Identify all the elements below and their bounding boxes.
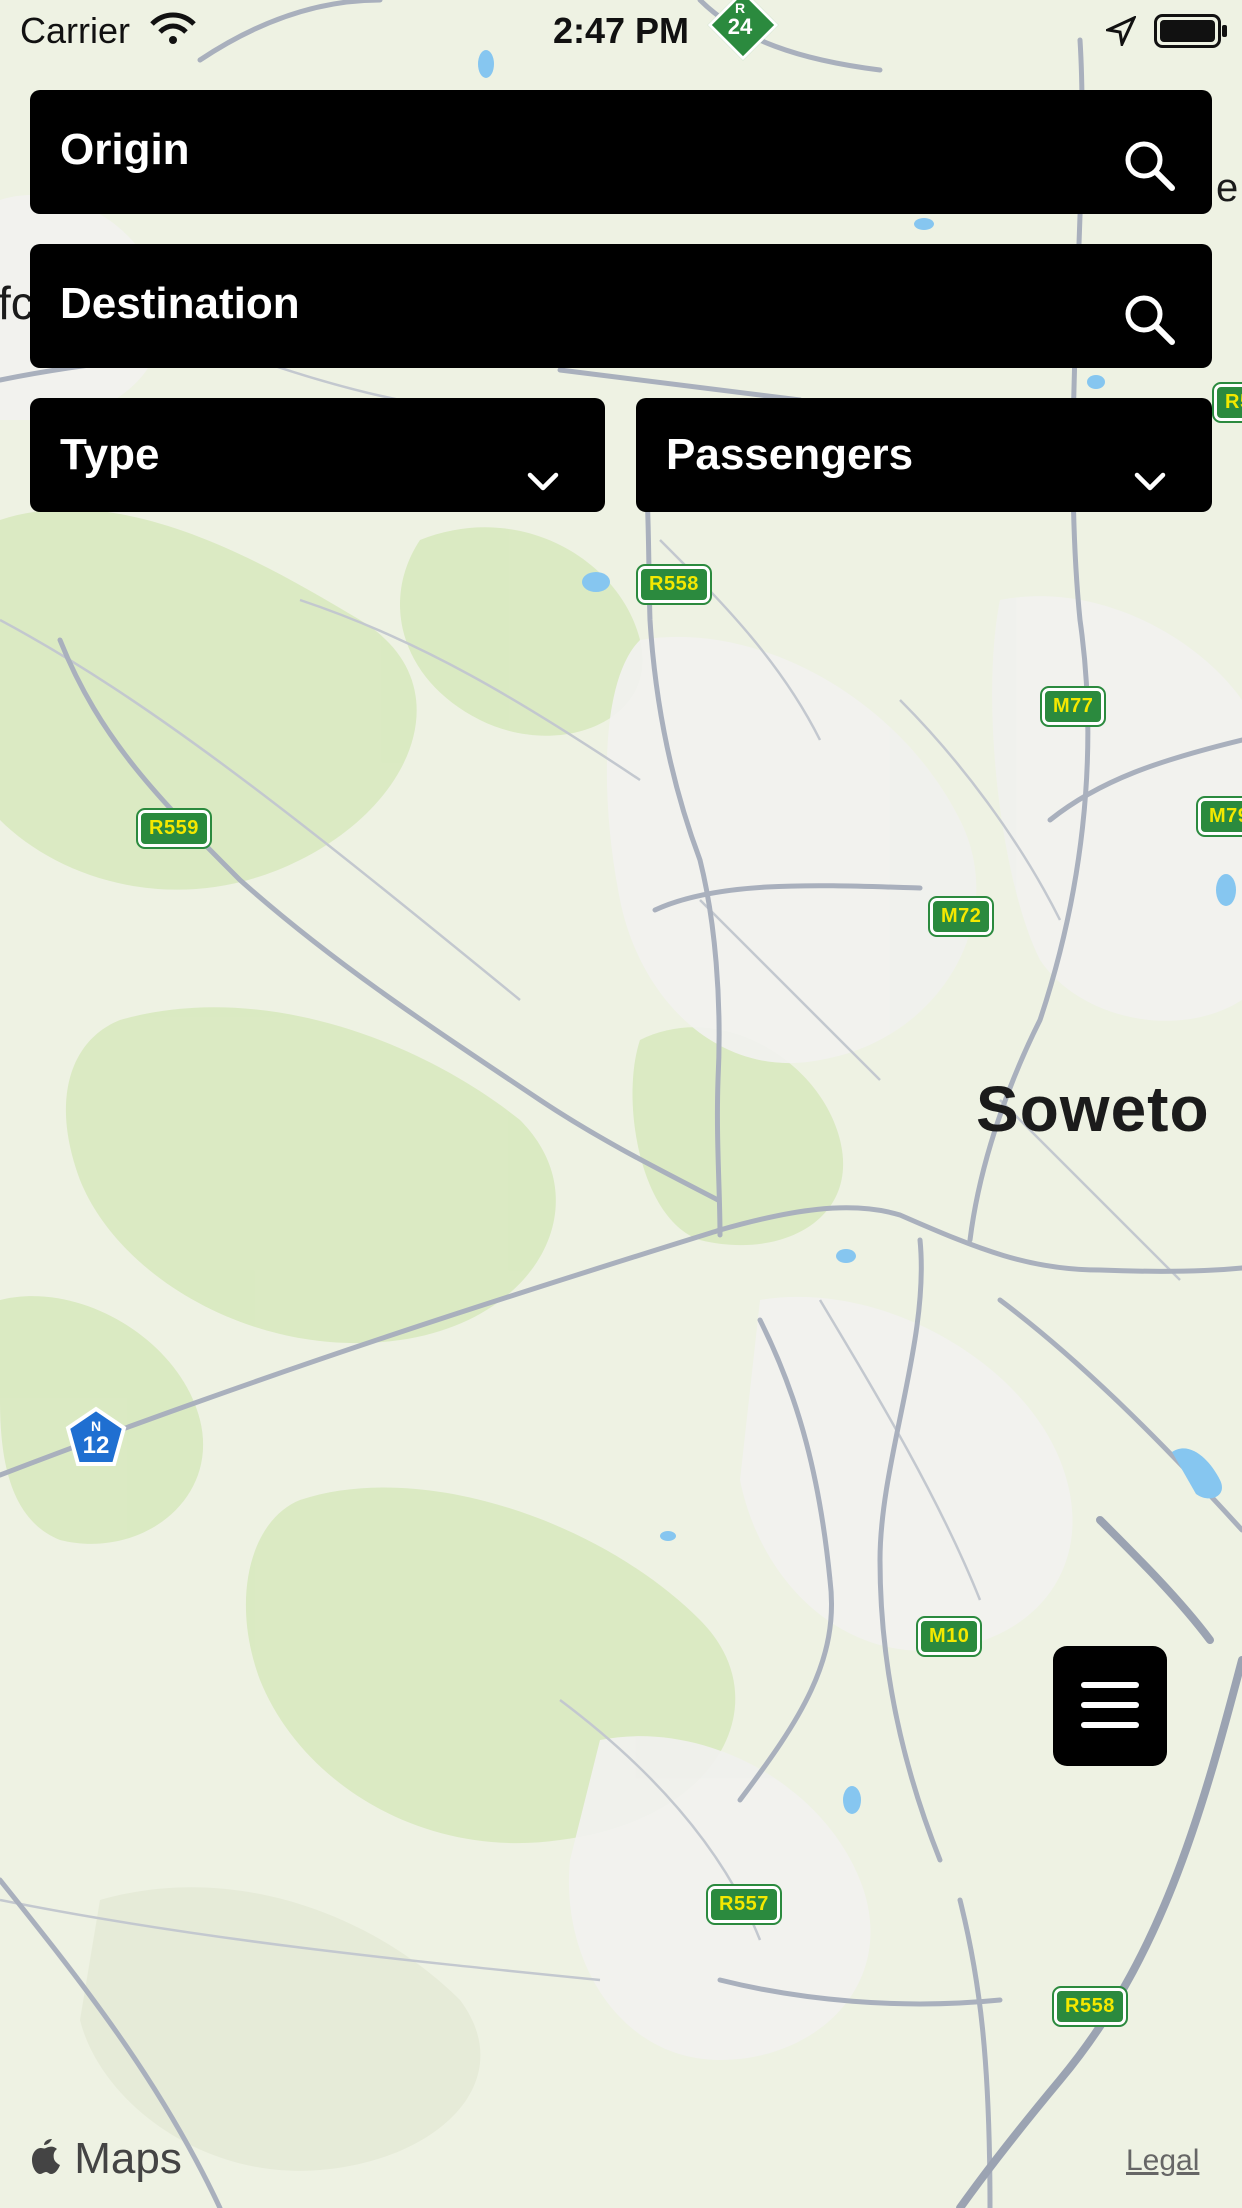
type-dropdown-label: Type <box>60 430 160 479</box>
clock: 2:47 PM <box>552 10 690 51</box>
route-shield: R559 <box>136 808 212 849</box>
route-shield: R558 <box>1052 1986 1128 2027</box>
route-shield: M72 <box>927 896 995 937</box>
maps-attribution-text: Maps <box>74 2134 182 2183</box>
route-shield: M79 <box>1195 796 1242 837</box>
national-route-shield: N 12 <box>64 1406 128 1468</box>
destination-search-field[interactable]: Destination <box>30 244 1212 368</box>
chevron-down-icon <box>526 438 560 552</box>
route-shield: R558 <box>636 564 712 605</box>
location-arrow-icon <box>1102 14 1138 51</box>
map-label-edge-right: e <box>1216 166 1239 210</box>
route-shield: M77 <box>1039 686 1107 727</box>
search-icon[interactable] <box>1122 128 1176 248</box>
city-label: Soweto <box>976 1073 1210 1145</box>
maps-attribution: Maps <box>30 2134 182 2186</box>
origin-search-field[interactable]: Origin <box>30 90 1212 214</box>
national-route-number: 12 <box>82 1432 110 1459</box>
passengers-dropdown[interactable]: Passengers <box>636 398 1212 512</box>
menu-button[interactable] <box>1053 1646 1167 1766</box>
route-shield: R5 <box>1212 382 1242 423</box>
battery-icon <box>1154 14 1228 53</box>
apple-logo-icon <box>30 2136 62 2186</box>
chevron-down-icon <box>1133 438 1167 552</box>
route-shield-top: R 24 <box>707 0 779 61</box>
legal-link[interactable]: Legal <box>1126 2144 1199 2178</box>
map-label-edge-left: fc <box>0 277 34 329</box>
route-shield: M10 <box>915 1616 983 1657</box>
route-shield-top-number: 24 <box>727 14 753 39</box>
route-shield: R557 <box>706 1884 782 1925</box>
destination-placeholder: Destination <box>60 279 300 328</box>
passengers-dropdown-label: Passengers <box>666 430 914 479</box>
origin-placeholder: Origin <box>60 125 190 174</box>
type-dropdown[interactable]: Type <box>30 398 605 512</box>
hamburger-icon <box>1081 1680 1139 1735</box>
status-bar: Carrier 2:47 PM <box>0 0 1242 62</box>
search-icon[interactable] <box>1122 282 1176 402</box>
